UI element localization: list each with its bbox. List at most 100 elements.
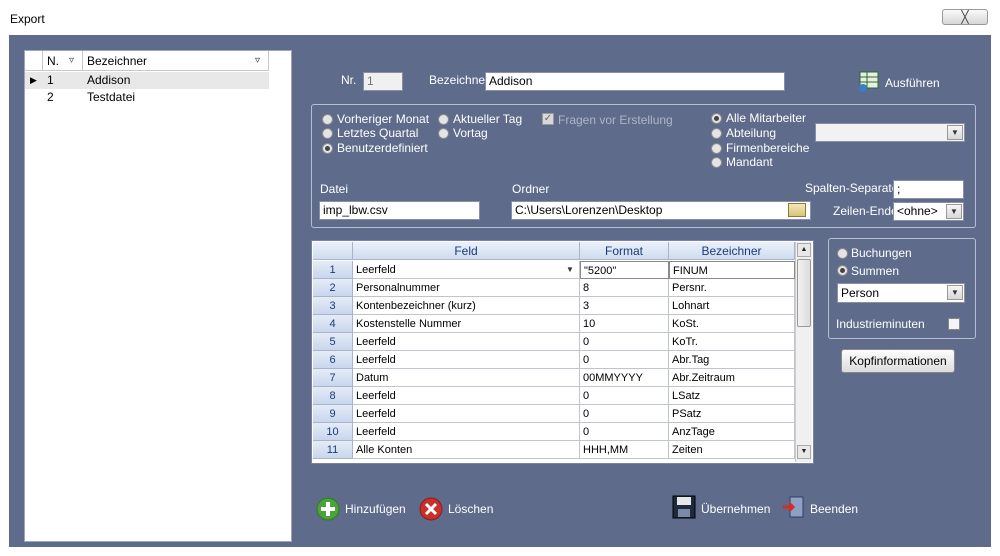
cell-format[interactable]: "5200" (580, 261, 669, 279)
list-item[interactable]: ▶ 1 Addison (25, 72, 269, 89)
row-number[interactable]: 7 (313, 369, 353, 387)
delete-icon (419, 497, 443, 521)
cell-field[interactable]: Leerfeld (353, 261, 580, 279)
row-number[interactable]: 5 (313, 333, 353, 351)
folder-field[interactable]: C:\Users\Lorenzen\Desktop (511, 201, 811, 220)
radio-yesterday[interactable] (438, 128, 449, 139)
cell-format[interactable]: 0 (580, 333, 669, 351)
filter-icon[interactable]: ▿ (255, 51, 260, 71)
grid-header-name[interactable]: Bezeichner (669, 242, 795, 260)
radio-last-quarter[interactable] (322, 128, 333, 139)
cell-field[interactable]: Leerfeld (353, 423, 580, 441)
cell-field[interactable]: Leerfeld (353, 333, 580, 351)
cell-name[interactable]: PSatz (669, 405, 795, 423)
row-number[interactable]: 6 (313, 351, 353, 369)
radio-all-employees[interactable] (711, 113, 722, 124)
cell-field[interactable]: Leerfeld (353, 405, 580, 423)
name-field[interactable]: Addison (485, 72, 785, 91)
grid-scrollbar[interactable]: ▲ ▼ (795, 242, 812, 462)
separator-field[interactable]: ; (893, 180, 964, 199)
close-button[interactable]: ╳ (942, 9, 988, 25)
row-number[interactable]: 9 (313, 405, 353, 423)
folder-browse-icon[interactable] (788, 203, 806, 217)
cell-name[interactable]: Zeiten (669, 441, 795, 459)
cell-field[interactable]: Datum (353, 369, 580, 387)
file-field[interactable]: imp_lbw.csv (319, 201, 480, 220)
row-number[interactable]: 2 (313, 279, 353, 297)
scroll-thumb[interactable] (797, 259, 811, 327)
cell-field[interactable]: Personalnummer (353, 279, 580, 297)
list-item[interactable]: 2 Testdatei (25, 89, 269, 106)
chevron-down-icon[interactable]: ▼ (947, 285, 963, 300)
cell-name[interactable]: AnzTage (669, 423, 795, 441)
cell-name[interactable]: Lohnart (669, 297, 795, 315)
cell-field[interactable]: Kontenbezeichner (kurz) (353, 297, 580, 315)
cell-format[interactable]: HHH,MM (580, 441, 669, 459)
apply-button[interactable]: Übernehmen (671, 494, 771, 522)
cell-name[interactable]: LSatz (669, 387, 795, 405)
list-header-indicator (25, 51, 43, 71)
title-bar (0, 0, 1000, 35)
radio-client-label: Mandant (726, 155, 773, 169)
row-number[interactable]: 8 (313, 387, 353, 405)
cell-name[interactable]: Persnr. (669, 279, 795, 297)
row-number[interactable]: 4 (313, 315, 353, 333)
cell-name[interactable]: KoSt. (669, 315, 795, 333)
radio-company-areas[interactable] (711, 143, 722, 154)
row-number[interactable]: 11 (313, 441, 353, 459)
cell-format[interactable]: 00MMYYYY (580, 369, 669, 387)
grid-header-format[interactable]: Format (580, 242, 669, 260)
radio-company-areas-label: Firmenbereiche (726, 141, 810, 155)
header-info-button[interactable]: Kopfinformationen (841, 349, 955, 373)
list-header-nr[interactable]: N. ▿ (43, 51, 83, 71)
folder-label: Ordner (512, 182, 550, 196)
scroll-up-icon[interactable]: ▲ (797, 243, 811, 257)
radio-all-employees-label: Alle Mitarbeiter (726, 111, 807, 125)
radio-department[interactable] (711, 128, 722, 139)
person-select[interactable]: Person (837, 283, 965, 303)
chevron-down-icon[interactable]: ▼ (563, 263, 577, 277)
chevron-down-icon[interactable]: ▼ (946, 204, 962, 219)
line-end-label: Zeilen-Ende (833, 204, 898, 218)
cell-format[interactable]: 0 (580, 405, 669, 423)
row-number[interactable]: 10 (313, 423, 353, 441)
ask-checkbox-label: Fragen vor Erstellung (558, 113, 673, 127)
cell-name[interactable]: Abr.Tag (669, 351, 795, 369)
cell-format[interactable]: 8 (580, 279, 669, 297)
radio-bookings[interactable] (837, 248, 848, 259)
cell-format[interactable]: 3 (580, 297, 669, 315)
scroll-down-icon[interactable]: ▼ (797, 445, 811, 459)
scope-select[interactable] (815, 123, 965, 142)
radio-today[interactable] (438, 114, 449, 125)
window-frame-bottom (0, 547, 1000, 556)
filter-icon[interactable]: ▿ (69, 51, 74, 71)
cell-field[interactable]: Leerfeld (353, 351, 580, 369)
delete-button[interactable]: Löschen (419, 496, 499, 522)
grid-header-field[interactable]: Feld (353, 242, 580, 260)
row-number[interactable]: 1 (313, 261, 353, 279)
run-button[interactable]: Ausführen (857, 70, 957, 96)
cell-field[interactable]: Kostenstelle Nummer (353, 315, 580, 333)
radio-sums[interactable] (837, 265, 848, 276)
add-button[interactable]: Hinzufügen (316, 496, 416, 522)
cell-format[interactable]: 0 (580, 351, 669, 369)
radio-custom[interactable] (322, 143, 333, 154)
cell-name[interactable]: KoTr. (669, 333, 795, 351)
list-header-name[interactable]: Bezeichner ▿ (83, 51, 269, 71)
cell-name[interactable]: FINUM (669, 261, 795, 279)
quit-button[interactable]: Beenden (781, 494, 861, 522)
cell-format[interactable]: 10 (580, 315, 669, 333)
cell-field[interactable]: Leerfeld (353, 387, 580, 405)
radio-client[interactable] (711, 157, 722, 168)
ask-checkbox[interactable]: ✓ (542, 113, 554, 125)
radio-prev-month[interactable] (322, 114, 333, 125)
cell-field[interactable]: Alle Konten (353, 441, 580, 459)
nr-field[interactable]: 1 (363, 72, 403, 91)
cell-name[interactable]: Abr.Zeitraum (669, 369, 795, 387)
row-number[interactable]: 3 (313, 297, 353, 315)
industry-minutes-label: Industrieminuten (836, 317, 925, 331)
cell-format[interactable]: 0 (580, 423, 669, 441)
chevron-down-icon[interactable]: ▼ (947, 125, 963, 140)
cell-format[interactable]: 0 (580, 387, 669, 405)
industry-minutes-checkbox[interactable] (948, 318, 960, 330)
